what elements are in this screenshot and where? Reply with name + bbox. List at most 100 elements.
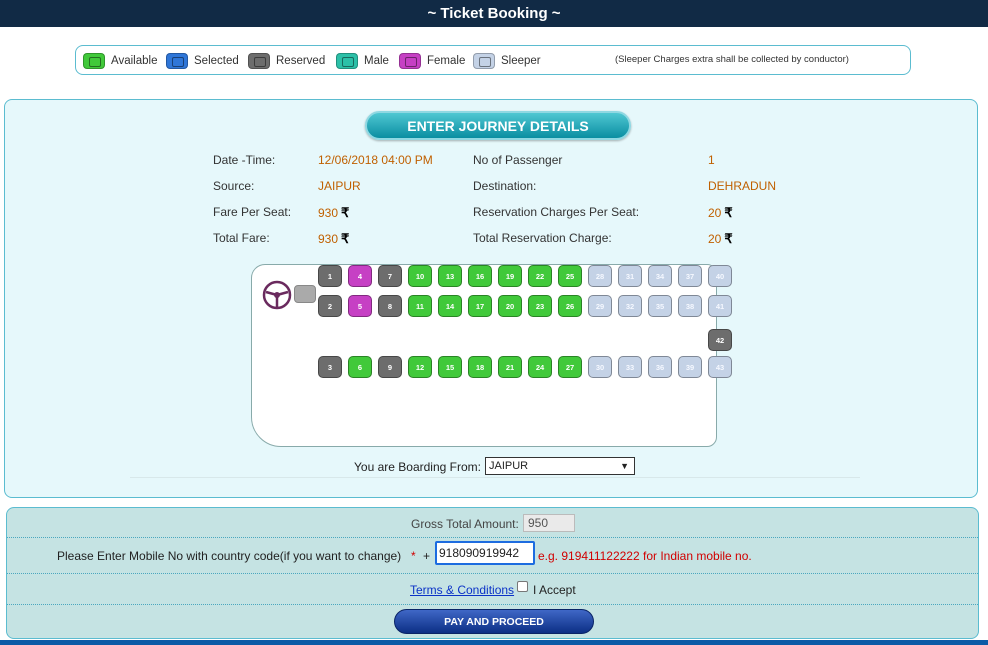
seat-41[interactable]: 41	[708, 295, 732, 317]
seat-3: 3	[318, 356, 342, 378]
seat-40[interactable]: 40	[708, 265, 732, 287]
rupee-icon: ₹	[341, 231, 350, 246]
selected-seat-icon	[166, 53, 188, 69]
female-seat-icon	[399, 53, 421, 69]
sleeper-seat-icon	[473, 53, 495, 69]
seat-33[interactable]: 33	[618, 356, 642, 378]
reservation-charge-value: 20 ₹	[708, 205, 733, 220]
seat-30[interactable]: 30	[588, 356, 612, 378]
rupee-icon: ₹	[341, 205, 350, 220]
legend-label: Available	[111, 55, 158, 67]
seat-25[interactable]: 25	[558, 265, 582, 287]
total-reservation-label: Total Reservation Charge:	[473, 231, 612, 245]
gross-total-label: Gross Total Amount:	[411, 517, 519, 531]
payment-panel: Gross Total Amount: 950 Please Enter Mob…	[6, 507, 979, 639]
fare-label: Fare Per Seat:	[213, 205, 292, 219]
page-header: ~ Ticket Booking ~	[0, 0, 988, 27]
seat-27[interactable]: 27	[558, 356, 582, 378]
seat-9: 9	[378, 356, 402, 378]
legend-label: Selected	[194, 55, 239, 67]
seat-2: 2	[318, 295, 342, 317]
source-value: JAIPUR	[318, 179, 361, 193]
required-mark: *	[411, 549, 416, 563]
passengers-value: 1	[708, 153, 715, 167]
reserved-seat-icon	[248, 53, 270, 69]
boarding-point-select[interactable]: JAIPUR ▼	[485, 457, 635, 475]
available-seat-icon	[83, 53, 105, 69]
divider	[130, 477, 860, 478]
seat-20[interactable]: 20	[498, 295, 522, 317]
seat-10[interactable]: 10	[408, 265, 432, 287]
seat-19[interactable]: 19	[498, 265, 522, 287]
seat-15[interactable]: 15	[438, 356, 462, 378]
driver-seat-icon	[294, 285, 316, 303]
seat-17[interactable]: 17	[468, 295, 492, 317]
total-reservation-value: 20 ₹	[708, 231, 733, 246]
total-fare-value: 930 ₹	[318, 231, 350, 246]
source-label: Source:	[213, 179, 255, 193]
legend-label: Male	[364, 55, 389, 67]
seat-26[interactable]: 26	[558, 295, 582, 317]
pay-and-proceed-button[interactable]: PAY AND PROCEED	[394, 609, 594, 634]
seat-6[interactable]: 6	[348, 356, 372, 378]
date-time-label: Date -Time:	[213, 153, 276, 167]
gross-row: Gross Total Amount: 950	[7, 508, 978, 538]
seat-39[interactable]: 39	[678, 356, 702, 378]
seat-38[interactable]: 38	[678, 295, 702, 317]
rupee-icon: ₹	[724, 231, 733, 246]
total-fare-label: Total Fare:	[213, 231, 270, 245]
destination-label: Destination:	[473, 179, 537, 193]
seat-37[interactable]: 37	[678, 265, 702, 287]
seat-23[interactable]: 23	[528, 295, 552, 317]
seat-22[interactable]: 22	[528, 265, 552, 287]
terms-row: Terms & Conditions I Accept	[7, 574, 978, 605]
gross-total-field: 950	[523, 514, 575, 532]
seat-12[interactable]: 12	[408, 356, 432, 378]
boarding-selected-value: JAIPUR	[489, 460, 529, 472]
legend-reserved: Reserved	[248, 53, 325, 69]
accept-checkbox[interactable]	[517, 581, 528, 592]
fare-value: 930 ₹	[318, 205, 350, 220]
journey-details-title: ENTER JOURNEY DETAILS	[365, 111, 631, 140]
passengers-label: No of Passenger	[473, 153, 563, 167]
seat-21[interactable]: 21	[498, 356, 522, 378]
seat-35[interactable]: 35	[648, 295, 672, 317]
page-title: ~ Ticket Booking ~	[427, 5, 561, 22]
seat-11[interactable]: 11	[408, 295, 432, 317]
seat-5: 5	[348, 295, 372, 317]
seat-36[interactable]: 36	[648, 356, 672, 378]
date-time-value: 12/06/2018 04:00 PM	[318, 153, 433, 167]
legend-female: Female	[399, 53, 465, 69]
country-plus: +	[423, 549, 431, 563]
seat-14[interactable]: 14	[438, 295, 462, 317]
dropdown-arrow-icon: ▼	[620, 461, 629, 471]
mobile-number-input[interactable]: 918090919942	[435, 541, 535, 565]
seat-31[interactable]: 31	[618, 265, 642, 287]
seat-1: 1	[318, 265, 342, 287]
seat-34[interactable]: 34	[648, 265, 672, 287]
seat-16[interactable]: 16	[468, 265, 492, 287]
seat-24[interactable]: 24	[528, 356, 552, 378]
seat-legend: Available Selected Reserved Male Female …	[75, 45, 911, 75]
seat-4: 4	[348, 265, 372, 287]
terms-link[interactable]: Terms & Conditions	[410, 583, 514, 597]
legend-sleeper: Sleeper	[473, 53, 541, 69]
legend-label: Reserved	[276, 55, 326, 67]
seat-28[interactable]: 28	[588, 265, 612, 287]
male-seat-icon	[336, 53, 358, 69]
seat-13[interactable]: 13	[438, 265, 462, 287]
sleeper-note: (Sleeper Charges extra shall be collecte…	[615, 54, 849, 65]
mobile-row: Please Enter Mobile No with country code…	[7, 538, 978, 574]
destination-value: DEHRADUN	[708, 179, 777, 193]
accept-label: I Accept	[533, 583, 576, 597]
seat-8: 8	[378, 295, 402, 317]
seat-43[interactable]: 43	[708, 356, 732, 378]
legend-male: Male	[336, 53, 389, 69]
seat-32[interactable]: 32	[618, 295, 642, 317]
mobile-label: Please Enter Mobile No with country code…	[57, 549, 402, 563]
seat-29[interactable]: 29	[588, 295, 612, 317]
mobile-example: e.g. 919411122222 for Indian mobile no.	[538, 549, 752, 563]
legend-available: Available	[83, 53, 157, 69]
rupee-icon: ₹	[724, 205, 733, 220]
seat-18[interactable]: 18	[468, 356, 492, 378]
